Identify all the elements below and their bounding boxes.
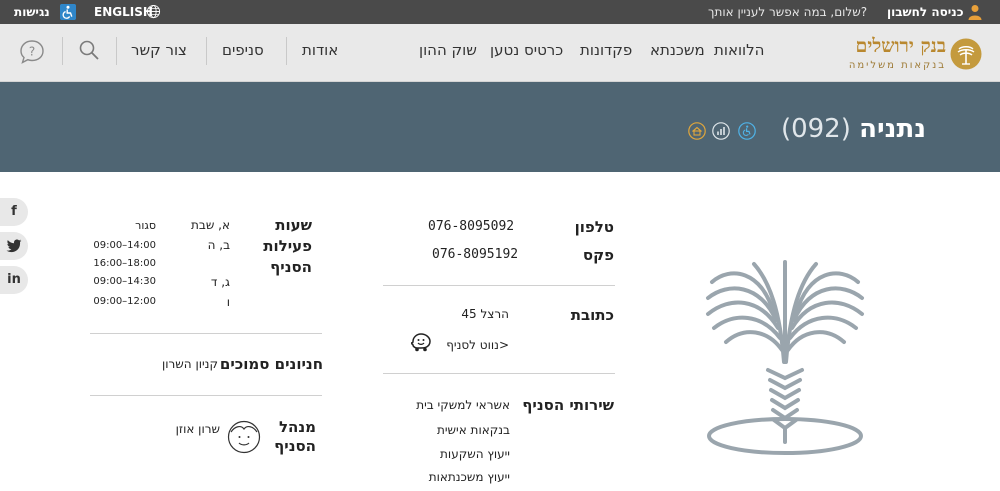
accessibility-icon[interactable] bbox=[60, 4, 76, 20]
nav-about[interactable]: אודות bbox=[302, 41, 338, 59]
login-link[interactable]: כניסה לחשבון bbox=[887, 0, 964, 24]
hours-time: 09:00–14:30 bbox=[93, 276, 156, 287]
nav-prepaid-card[interactable]: כרטיס נטען bbox=[490, 41, 563, 59]
phone-number[interactable]: 076-8095092 bbox=[428, 219, 514, 234]
manager-name: שרון אוזן bbox=[175, 422, 220, 436]
section-divider bbox=[90, 395, 322, 396]
hours-days: ו bbox=[226, 295, 230, 309]
branch-name: נתניה bbox=[859, 114, 926, 144]
nav-mortgage[interactable]: משכנתא bbox=[650, 41, 705, 59]
globe-icon[interactable] bbox=[146, 4, 161, 19]
fax-label: פקס bbox=[582, 246, 614, 264]
nav-branches[interactable]: סניפים bbox=[222, 41, 264, 59]
hours-days: ג, ד bbox=[210, 275, 230, 289]
header-separator bbox=[206, 37, 207, 65]
svg-text:?: ? bbox=[29, 45, 35, 59]
bank-logo-icon[interactable] bbox=[950, 38, 982, 70]
twitter-share[interactable] bbox=[0, 232, 28, 260]
accessibility-link[interactable]: נגישות bbox=[14, 0, 50, 24]
nav-deposits[interactable]: פקדונות bbox=[580, 41, 632, 59]
user-icon[interactable] bbox=[968, 4, 982, 20]
nav-loans[interactable]: הלוואות bbox=[714, 41, 764, 59]
search-icon[interactable] bbox=[78, 39, 100, 61]
hours-time: 16:00–18:00 bbox=[93, 258, 156, 269]
facebook-share[interactable]: f bbox=[0, 198, 28, 226]
hours-time: 09:00–12:00 bbox=[93, 296, 156, 307]
section-divider bbox=[90, 333, 322, 334]
logo-title[interactable]: בנק ירושלים bbox=[796, 35, 946, 58]
hours-time: סגור bbox=[135, 219, 156, 232]
manager-label-line2: הסניף bbox=[274, 437, 316, 455]
hours-days: א, שבת bbox=[191, 218, 230, 232]
logo-subtitle: בנקאות משלימה bbox=[848, 60, 946, 71]
address-value: הרצל 45 bbox=[461, 307, 509, 321]
twitter-icon bbox=[6, 239, 22, 253]
linkedin-share[interactable]: in bbox=[0, 266, 28, 294]
manager-avatar-icon bbox=[227, 420, 261, 454]
service-item: ייעוץ השקעות bbox=[440, 447, 510, 461]
hours-label-line1: שעות bbox=[275, 216, 312, 234]
chat-question-icon[interactable]: ? bbox=[18, 38, 46, 66]
service-item: ייעוץ משכנתאות bbox=[428, 470, 510, 484]
address-label: כתובת bbox=[570, 306, 614, 324]
header-separator bbox=[286, 37, 287, 65]
branch-title: נתניה (092) bbox=[760, 114, 926, 144]
section-divider bbox=[383, 285, 615, 286]
hours-days: ב, ה bbox=[207, 238, 230, 252]
phone-label: טלפון bbox=[574, 218, 614, 236]
header-separator bbox=[62, 37, 63, 65]
header-separator bbox=[116, 37, 117, 65]
parking-value: קניון השרון bbox=[161, 357, 218, 371]
language-link[interactable]: ENGLISH bbox=[94, 0, 153, 24]
top-bar: נגישות ENGLISH שלום, במה אפשר לעניין אות… bbox=[0, 0, 1000, 24]
palm-tree-illustration bbox=[706, 260, 864, 455]
hours-label-line2: פעילות bbox=[263, 237, 312, 255]
greeting-text: שלום, במה אפשר לעניין אותך? bbox=[708, 5, 868, 19]
nav-capital-market[interactable]: שוק ההון bbox=[419, 41, 477, 59]
service-item: אשראי למשקי בית bbox=[416, 398, 510, 412]
hours-time: 09:00–14:00 bbox=[93, 240, 156, 251]
service-item: בנקאות אישית bbox=[436, 423, 510, 437]
accessible-branch-icon bbox=[738, 122, 756, 140]
navigate-to-branch-link[interactable]: נווט לסניף> bbox=[430, 338, 509, 352]
main-header: ? צור קשר סניפים אודות שוק ההון כרטיס נט… bbox=[0, 24, 1000, 82]
waze-icon[interactable] bbox=[410, 332, 432, 352]
hours-label-line3: הסניף bbox=[270, 258, 312, 276]
nav-contact[interactable]: צור קשר bbox=[131, 41, 187, 59]
manager-label-line1: מנהל bbox=[278, 418, 316, 436]
investment-services-icon bbox=[712, 122, 730, 140]
parking-label: חניונים סמוכים bbox=[219, 355, 323, 373]
branch-number: (092) bbox=[780, 114, 851, 144]
section-divider bbox=[383, 373, 615, 374]
fax-number: 076-8095192 bbox=[432, 247, 519, 262]
mortgage-services-icon bbox=[688, 122, 706, 140]
services-label: שירותי הסניף bbox=[522, 396, 614, 414]
